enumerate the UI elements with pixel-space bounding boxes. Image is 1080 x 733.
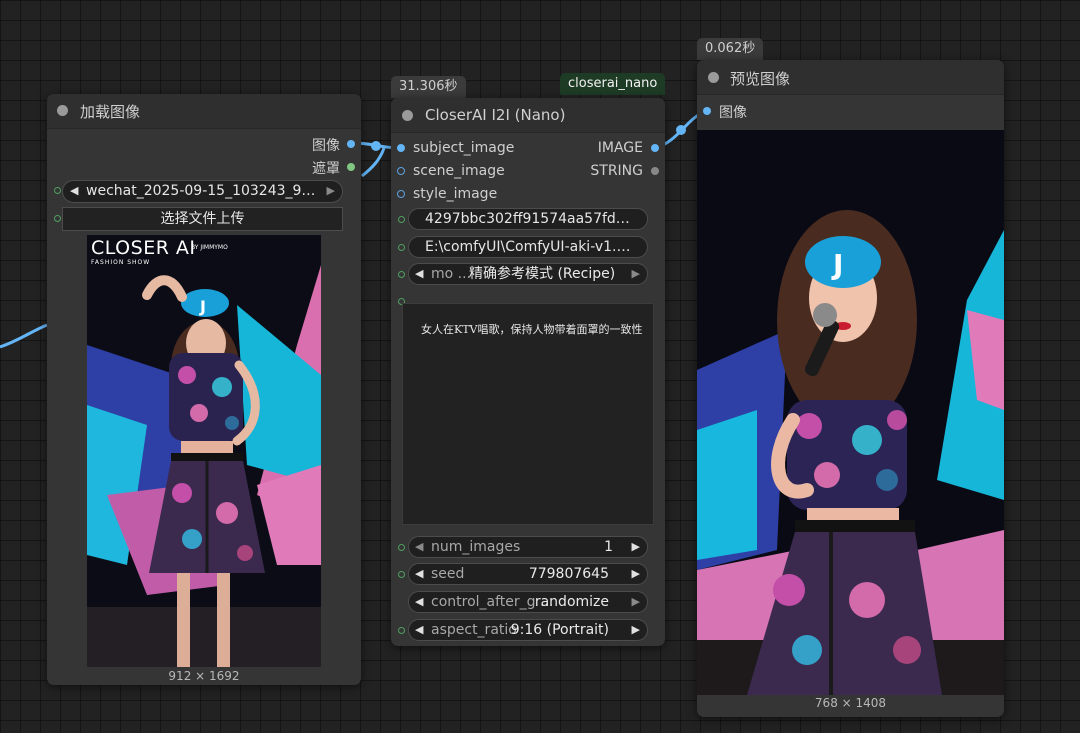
num-images-value: 1 <box>604 539 613 555</box>
widget-input-dot[interactable] <box>54 215 61 222</box>
image-file-name: wechat_2025-09-15_103243_925... <box>86 183 318 199</box>
preview-image-output: J <box>697 130 1004 695</box>
input-scene-label: scene_image <box>413 163 505 179</box>
arrow-left-icon[interactable]: ◀ <box>415 592 423 612</box>
mask-letter: J <box>199 297 206 316</box>
output-string-label: STRING <box>590 163 643 179</box>
control-after-value: randomize <box>534 594 609 610</box>
mode-value: 精确参考模式 (Recipe) <box>469 266 616 282</box>
output-image-label: 图像 <box>312 138 340 154</box>
input-scene-socket[interactable] <box>397 167 405 175</box>
execution-time-badge: 0.062秒 <box>697 38 764 60</box>
num-images-label: num_images <box>431 539 521 555</box>
widget-input-dot[interactable] <box>398 271 405 278</box>
widget-input-dot[interactable] <box>398 571 405 578</box>
api-key-value: 4297bbc302ff91574aa57fd32ca... <box>425 211 635 227</box>
arrow-right-icon[interactable]: ▶ <box>632 264 640 284</box>
widget-input-dot[interactable] <box>398 627 405 634</box>
widget-input-dot[interactable] <box>54 187 61 194</box>
seed-value: 779807645 <box>528 566 609 582</box>
arrow-right-icon[interactable]: ▶ <box>632 537 640 557</box>
seed-stepper[interactable]: ◀ seed 779807645 ▶ <box>408 563 648 585</box>
load-image-node[interactable]: 加载图像 图像 遮罩 ◀ wechat_2025-09-15_103243_92… <box>47 94 361 685</box>
collapse-dot[interactable] <box>708 72 719 83</box>
aspect-ratio-label: aspect_ratio <box>431 622 517 638</box>
input-image-label: 图像 <box>719 105 747 121</box>
input-subject-socket[interactable] <box>397 144 405 152</box>
upload-button[interactable]: 选择文件上传 <box>62 207 343 231</box>
ktv-scene: J <box>697 130 1004 695</box>
api-key-field[interactable]: 4297bbc302ff91574aa57fd32ca... <box>408 208 648 230</box>
mask-letter: J <box>831 248 843 281</box>
image-file-combo[interactable]: ◀ wechat_2025-09-15_103243_925... ▶ <box>62 180 343 203</box>
path-value: E:\comfyUI\ComfyUI-aki-v1.4\C ... <box>425 239 635 255</box>
arrow-left-icon[interactable]: ◀ <box>415 537 423 557</box>
collapse-dot[interactable] <box>402 110 413 121</box>
input-subject-label: subject_image <box>413 140 515 156</box>
widget-input-dot[interactable] <box>398 544 405 551</box>
path-field[interactable]: E:\comfyUI\ComfyUI-aki-v1.4\C ... <box>408 236 648 258</box>
mode-combo[interactable]: ◀ mo ... 精确参考模式 (Recipe) ▶ <box>408 263 648 285</box>
preview-image-node[interactable]: 预览图像 图像 J 768 × 1408 <box>697 60 1004 717</box>
arrow-left-icon[interactable]: ◀ <box>415 264 423 284</box>
upload-button-label: 选择文件上传 <box>160 211 245 227</box>
output-image-label: IMAGE <box>597 140 643 156</box>
input-image-socket[interactable] <box>703 107 711 115</box>
widget-input-dot[interactable] <box>398 216 405 223</box>
node-title: 预览图像 <box>730 70 791 88</box>
arrow-right-icon[interactable]: ▶ <box>632 620 640 640</box>
node-title: CloserAI I2I (Nano) <box>425 106 566 124</box>
output-image-socket[interactable] <box>347 140 355 148</box>
input-style-socket[interactable] <box>397 190 405 198</box>
node-tag-badge: closerai_nano <box>560 73 666 95</box>
collapse-dot[interactable] <box>57 105 68 116</box>
seed-label: seed <box>431 566 465 582</box>
prompt-text: 女人在KTV唱歌，保持人物带着面罩的一致性 <box>421 323 643 336</box>
control-after-combo[interactable]: ◀ control_after_g ... randomize ▶ <box>408 591 648 613</box>
link-offscreen-input <box>0 323 48 349</box>
arrow-right-icon[interactable]: ▶ <box>327 181 335 201</box>
runway-background: J <box>87 235 321 667</box>
output-mask-socket[interactable] <box>347 163 355 171</box>
image-byline-text: BY JIMMYMO <box>191 244 228 251</box>
node-title: 加载图像 <box>80 103 141 121</box>
loaded-image-preview: J CLOSER AI BY JIMMYMO FASHION SHOW <box>87 235 321 667</box>
mode-label: mo ... <box>431 266 472 282</box>
output-string-socket[interactable] <box>651 167 659 175</box>
input-style-label: style_image <box>413 186 498 202</box>
prompt-textarea[interactable]: 女人在KTV唱歌，保持人物带着面罩的一致性 <box>402 303 654 525</box>
image-dimensions: 768 × 1408 <box>814 696 887 710</box>
link-midpoint-1[interactable] <box>371 141 381 151</box>
aspect-ratio-combo[interactable]: ◀ aspect_ratio 9:16 (Portrait) ▶ <box>408 619 648 641</box>
arrow-right-icon[interactable]: ▶ <box>632 592 640 612</box>
arrow-right-icon[interactable]: ▶ <box>632 564 640 584</box>
aspect-ratio-value: 9:16 (Portrait) <box>510 622 609 638</box>
arrow-left-icon[interactable]: ◀ <box>415 564 423 584</box>
execution-time-badge: 31.306秒 <box>391 76 466 98</box>
link-mask-curve <box>361 147 386 178</box>
image-dimensions: 912 × 1692 <box>168 669 240 683</box>
closerai-i2i-node[interactable]: CloserAI I2I (Nano) subject_image scene_… <box>391 98 665 646</box>
output-image-socket[interactable] <box>651 144 659 152</box>
num-images-stepper[interactable]: ◀ num_images 1 ▶ <box>408 536 648 558</box>
output-mask-label: 遮罩 <box>312 161 340 177</box>
widget-input-dot[interactable] <box>398 244 405 251</box>
arrow-left-icon[interactable]: ◀ <box>70 181 78 201</box>
link-midpoint-2[interactable] <box>676 125 686 135</box>
arrow-left-icon[interactable]: ◀ <box>415 620 423 640</box>
image-brand-text: CLOSER AI <box>91 237 196 259</box>
image-subtitle-text: FASHION SHOW <box>91 259 151 266</box>
